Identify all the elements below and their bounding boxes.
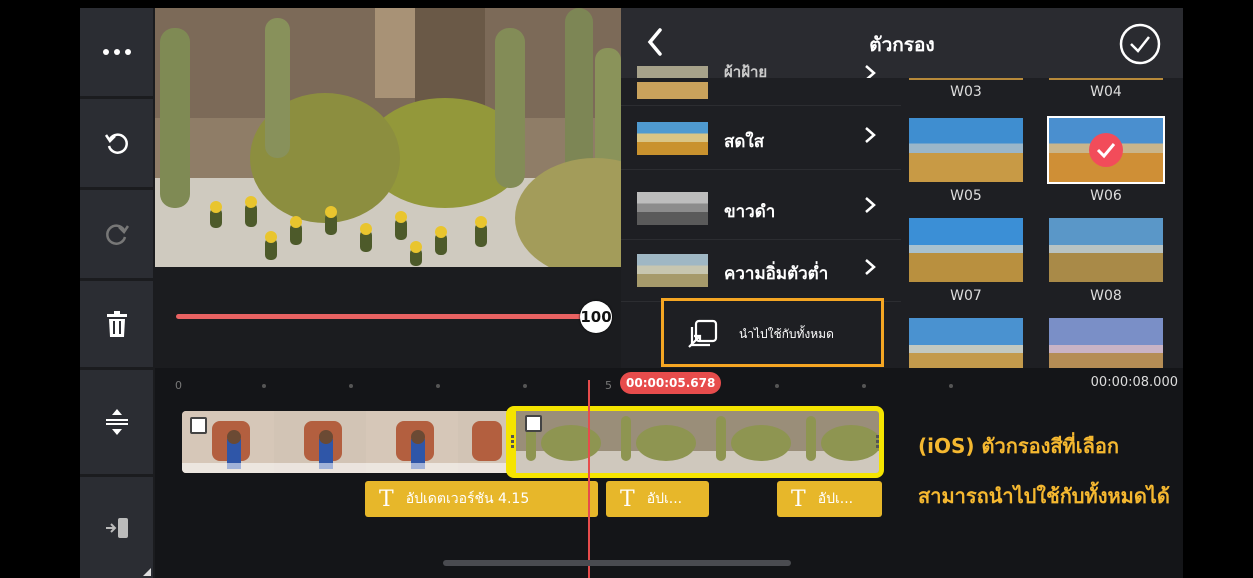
filter-thumbnail-w07[interactable] [909, 218, 1023, 282]
timeline[interactable]: 0 5 00:00:05.678 00:00:08.000 T อัปเดตเว… [155, 368, 1183, 578]
category-label: ขาวดำ [724, 202, 776, 222]
current-time-badge: 00:00:05.678 [620, 372, 722, 394]
category-label: สดใส [724, 132, 765, 152]
image-clip-icon [525, 415, 542, 432]
text-clip[interactable]: T อัปเดตเวอร์ชัน 4.15 [365, 481, 598, 517]
text-clip-label: อัปเ... [646, 491, 683, 507]
clip-trim-handle-right[interactable] [876, 435, 879, 449]
intensity-slider-handle[interactable]: 100 [580, 301, 612, 333]
end-time-label: 00:00:08.000 [1090, 375, 1178, 390]
cactus-preview-image [155, 8, 621, 267]
intensity-slider-track[interactable] [176, 314, 584, 319]
expand-vertical-icon [105, 409, 128, 435]
annotation-line-2: สามารถนำไปใช้กับทั้งหมดได้ [918, 484, 1170, 508]
filter-label: W04 [1090, 84, 1122, 100]
checkmark-circle-icon [1119, 23, 1161, 65]
category-item[interactable]: ขาวดำ [621, 178, 901, 240]
filter-thumbnail-w06[interactable] [1047, 116, 1165, 184]
chevron-right-icon [865, 127, 876, 143]
filter-thumbnail[interactable] [909, 318, 1023, 368]
filter-label: W08 [1090, 288, 1122, 304]
clip-thumbnails [182, 411, 510, 473]
video-clip-2-selected[interactable] [506, 406, 884, 478]
ruler-label: 5 [605, 379, 612, 392]
filter-thumbnail[interactable] [1049, 318, 1163, 368]
apply-all-icon [688, 319, 718, 348]
category-item[interactable]: สดใส [621, 108, 901, 170]
category-item[interactable]: ความอิ่มตัวต่ำ [621, 240, 901, 302]
redo-button[interactable] [80, 190, 153, 278]
annotation-line-1: (iOS) ตัวกรองสีที่เลือก [918, 434, 1119, 458]
text-layer-icon: T [620, 486, 635, 512]
category-thumbnail [637, 66, 708, 99]
filter-label: W06 [1090, 188, 1122, 204]
redo-icon [105, 224, 129, 245]
clip-thumbnails [516, 411, 879, 473]
category-thumbnail [637, 122, 708, 155]
category-label: ความอิ่มตัวต่ำ [724, 264, 829, 284]
export-button[interactable] [80, 477, 153, 578]
text-layer-icon: T [791, 486, 806, 512]
delete-button[interactable] [80, 281, 153, 367]
corner-icon [143, 568, 151, 576]
text-clip[interactable]: T อัปเ... [606, 481, 709, 517]
selected-check-icon [1089, 133, 1123, 167]
filter-thumbnail[interactable] [909, 78, 1023, 80]
undo-button[interactable] [80, 99, 153, 187]
playhead[interactable] [588, 380, 590, 578]
filter-grid: W03 W04 W05 W06 W07 W08 [904, 78, 1183, 368]
image-clip-icon [190, 417, 207, 434]
filter-label: W07 [950, 288, 982, 304]
text-clip-label: อัปเ... [817, 491, 854, 507]
filter-panel: ตัวกรอง ผ้าฝ้าย สดใส ขาวดำ ความอิ่มตัวต่… [621, 8, 1183, 368]
more-button[interactable] [80, 8, 153, 96]
text-layer-icon: T [379, 486, 394, 512]
category-thumbnail [637, 192, 708, 225]
more-icon [102, 49, 131, 55]
confirm-button[interactable] [1118, 22, 1162, 70]
timeline-zoom-button[interactable] [80, 370, 153, 474]
filter-thumbnail[interactable] [1049, 78, 1163, 80]
chevron-right-icon [865, 197, 876, 213]
chevron-right-icon [865, 259, 876, 275]
ruler-label: 0 [175, 379, 182, 392]
timeline-scrollbar[interactable] [443, 560, 791, 566]
text-clip-label: อัปเดตเวอร์ชัน 4.15 [405, 491, 530, 507]
clip-trim-handle-left[interactable] [511, 435, 514, 449]
apply-to-all-button[interactable]: นำไปใช้กับทั้งหมด [661, 298, 884, 367]
text-clip[interactable]: T อัปเ... [777, 481, 882, 517]
video-preview [155, 8, 621, 267]
category-thumbnail [637, 254, 708, 287]
trash-icon [106, 311, 127, 337]
filter-label: W05 [950, 188, 982, 204]
enter-icon [105, 517, 128, 538]
filter-thumbnail-w05[interactable] [909, 118, 1023, 182]
video-clip-1[interactable] [182, 411, 510, 473]
filter-label: W03 [950, 84, 982, 100]
undo-icon [104, 133, 128, 154]
filter-thumbnail-w08[interactable] [1049, 218, 1163, 282]
apply-to-all-label: นำไปใช้กับทั้งหมด [739, 327, 834, 341]
